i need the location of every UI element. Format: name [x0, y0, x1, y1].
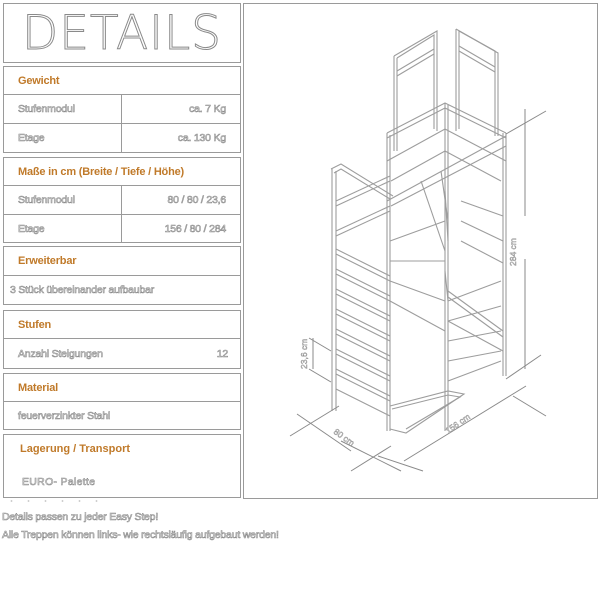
column-divider [121, 215, 122, 242]
row-label: Stufenmodul [18, 103, 76, 116]
row-text: 3 Stück übereinander aufbaubar [10, 284, 155, 297]
column-divider [121, 186, 122, 214]
footer-note-2: Alle Treppen können links- wie rechtsläu… [2, 529, 280, 542]
table-row: feuerverzinkter Stahl [3, 402, 241, 430]
page-title: DETAILS [22, 6, 222, 62]
storage-value: EURO- Palette [22, 476, 96, 489]
title-box: DETAILS [3, 3, 241, 63]
table-row: Stufenmodul ca. 7 Kg [3, 95, 241, 124]
staircase-frame [330, 28, 507, 434]
footer-note-1: Details passen zu jeder Easy Step! [2, 511, 159, 524]
storage-header-label: Lagerung / Transport [20, 443, 131, 455]
storage-section: Lagerung / Transport EURO- Palette [3, 434, 241, 498]
height-dimension-label: 284 cm [508, 238, 518, 266]
table-row: Stufenmodul 80 / 80 / 23,6 [3, 186, 241, 215]
table-row: Etage 156 / 80 / 284 [3, 215, 241, 243]
material-header-label: Material [18, 381, 58, 394]
material-section-header: Material [3, 373, 241, 402]
row-value: 12 [216, 347, 228, 360]
table-row: Etage ca. 130 Kg [3, 124, 241, 153]
drawing-panel: 284 cm 23,6 cm 80 cm 156 cm [243, 3, 598, 499]
extendable-section-header: Erweiterbar [3, 246, 241, 276]
row-label: Etage [18, 132, 45, 145]
row-label: Anzahl Steigungen [18, 347, 104, 360]
row-label: Etage [18, 222, 45, 235]
dimensions-header-label: Maße in cm (Breite / Tiefe / Höhe) [18, 165, 184, 178]
table-row: 3 Stück übereinander aufbaubar [3, 276, 241, 305]
row-text: feuerverzinkter Stahl [18, 409, 111, 422]
dotted-divider [3, 500, 108, 502]
row-value: ca. 7 Kg [189, 103, 227, 116]
row-value: ca. 130 Kg [177, 132, 226, 145]
dimension-lines [289, 109, 547, 472]
depth-dimension-label: 80 cm [332, 426, 357, 447]
steps-header-label: Stufen [18, 318, 52, 331]
row-value: 156 / 80 / 284 [164, 222, 226, 235]
top-right-railing [455, 28, 499, 136]
extendable-header-label: Erweiterbar [18, 255, 77, 267]
column-divider [121, 124, 122, 152]
staircase-drawing: 284 cm 23,6 cm 80 cm 156 cm [289, 28, 547, 472]
weight-section-header: Gewicht [3, 66, 241, 95]
dimensions-section-header: Maße in cm (Breite / Tiefe / Höhe) [3, 157, 241, 186]
column-divider [121, 95, 122, 123]
row-label: Stufenmodul [18, 194, 76, 207]
step-height-dimension-label: 23,6 cm [299, 339, 309, 369]
steps-section-header: Stufen [3, 310, 241, 339]
row-value: 80 / 80 / 23,6 [167, 194, 226, 207]
weight-header-label: Gewicht [18, 74, 60, 87]
table-row: Anzahl Steigungen 12 [3, 339, 241, 369]
